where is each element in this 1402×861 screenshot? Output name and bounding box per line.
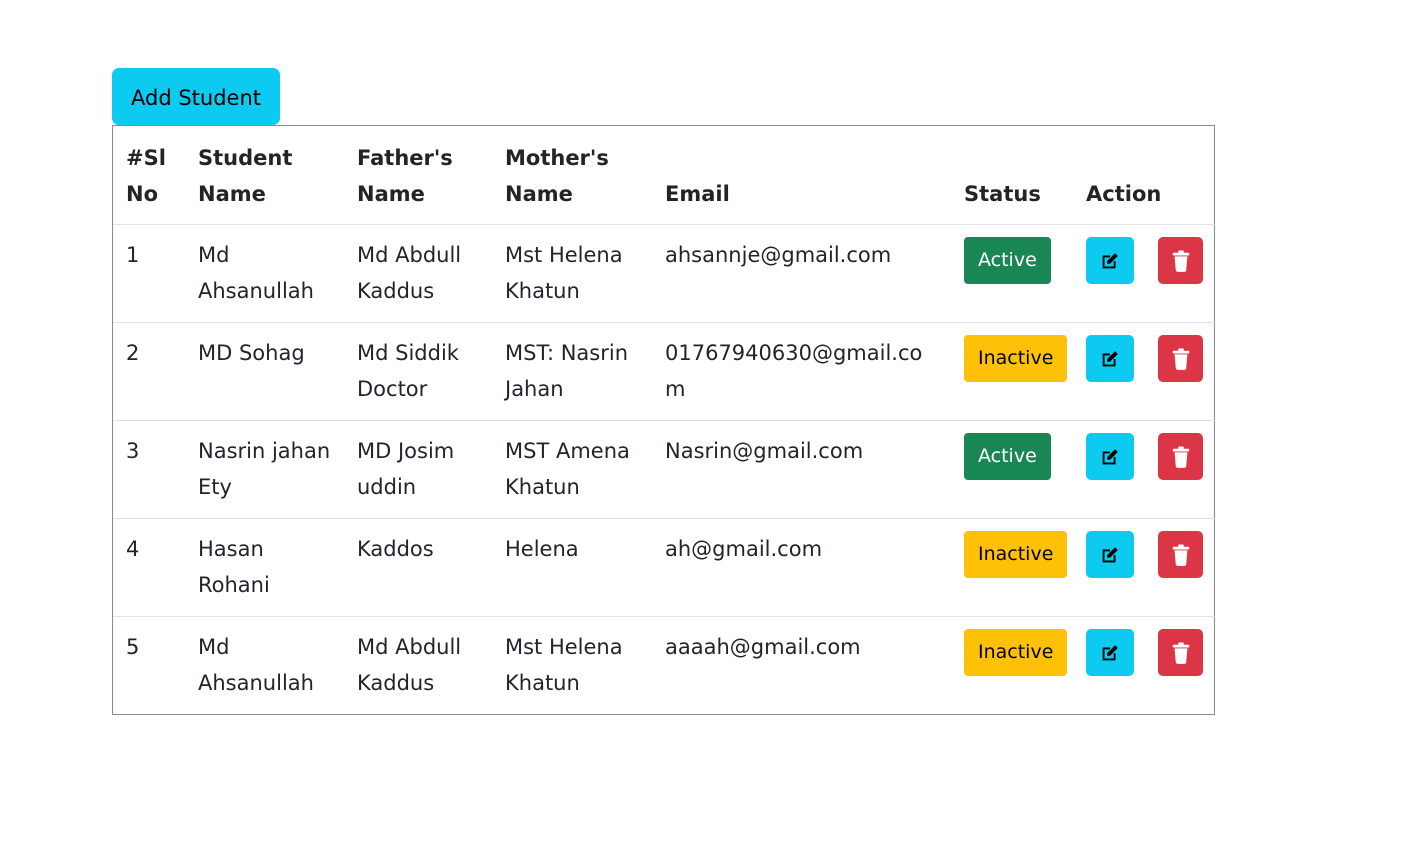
action-buttons [1086,237,1203,284]
table-row: 2 MD Sohag Md Siddik Doctor MST: Nasrin … [113,322,1216,421]
delete-button[interactable] [1158,629,1203,676]
cell-action [1073,224,1216,323]
table-row: 4 Hasan Rohani Kaddos Helena ah@gmail.co… [113,518,1216,617]
cell-action [1073,420,1216,519]
cell-fathers-name: Md Siddik Doctor [344,322,492,421]
cell-fathers-name: Md Abdull Kaddus [357,635,462,695]
add-student-button[interactable]: Add Student [112,68,280,125]
cell-mothers-name: Mst Helena Khatun [492,224,652,323]
cell-student-name: MD Sohag [185,322,344,421]
table-row: 1 Md Ahsanullah Md Abdull Kaddus Mst Hel… [113,224,1216,323]
trash-icon [1172,347,1189,370]
students-table-container: #Sl No Student Name Father's Name Mother… [112,125,1216,715]
status-badge[interactable]: Active [964,433,1051,480]
cell-mothers-name: MST: Nasrin Jahan [492,322,652,421]
table-row: 3 Nasrin jahan Ety MD Josim uddin MST Am… [113,420,1216,519]
cell-status: Active [951,224,1073,323]
cell-email: Nasrin@gmail.com [652,420,951,519]
status-badge[interactable]: Inactive [964,629,1068,676]
table-row: 5 Md Ahsanullah Md Abdull Kaddus Mst Hel… [113,617,1216,715]
action-buttons [1086,433,1203,480]
edit-icon [1102,644,1118,660]
cell-mothers-name: Mst Helena Khatun [505,635,623,695]
delete-button[interactable] [1158,531,1203,578]
action-buttons [1086,531,1203,578]
cell-status: Inactive [951,617,1073,715]
cell-student-name: Hasan Rohani [185,518,344,617]
cell-sl-no: 1 [113,224,185,323]
trash-icon [1172,543,1189,566]
action-buttons [1086,629,1203,676]
header-mothers-name: Mother's Name [492,126,652,225]
cell-fathers-name: Md Abdull Kaddus [344,224,492,323]
trash-icon [1172,445,1189,468]
cell-sl-no: 3 [113,420,185,519]
cell-sl-no: 4 [113,518,185,617]
cell-action [1073,617,1216,715]
header-sl-no: #Sl No [113,126,185,225]
cell-student-name: Md Ahsanullah [198,635,314,695]
cell-status: Active [951,420,1073,519]
delete-button[interactable] [1158,335,1203,382]
cell-email: aaaah@gmail.com [665,635,861,659]
cell-sl-no: 5 [126,635,140,659]
status-badge[interactable]: Inactive [964,335,1068,382]
edit-icon [1102,546,1118,562]
header-student-name: Student Name [185,126,344,225]
cell-action [1073,518,1216,617]
trash-icon [1172,641,1189,664]
cell-mothers-name: MST Amena Khatun [492,420,652,519]
students-panel: Add Student #Sl No Student Name Father's… [112,68,1216,715]
cell-status: Inactive [951,322,1073,421]
delete-button[interactable] [1158,237,1203,284]
trash-icon [1172,249,1189,272]
cell-mothers-name: Helena [492,518,652,617]
students-table: #Sl No Student Name Father's Name Mother… [113,126,1216,714]
cell-student-name: Nasrin jahan Ety [185,420,344,519]
table-header-row: #Sl No Student Name Father's Name Mother… [113,126,1216,225]
cell-email: ahsannje@gmail.com [652,224,951,323]
edit-button[interactable] [1086,531,1134,578]
edit-button[interactable] [1086,335,1134,382]
header-fathers-name: Father's Name [344,126,492,225]
header-status: Status [951,126,1073,225]
status-badge[interactable]: Inactive [964,531,1068,578]
cell-action [1073,322,1216,421]
cell-fathers-name: Kaddos [344,518,492,617]
cell-student-name: Md Ahsanullah [185,224,344,323]
edit-icon [1102,350,1118,366]
edit-button[interactable] [1086,629,1134,676]
header-email: Email [652,126,951,225]
cell-status: Inactive [951,518,1073,617]
edit-icon [1102,252,1118,268]
delete-button[interactable] [1158,433,1203,480]
cell-fathers-name: MD Josim uddin [344,420,492,519]
edit-button[interactable] [1086,237,1134,284]
status-badge[interactable]: Active [964,237,1051,284]
cell-email: 01767940630@gmail.com [652,322,951,421]
cell-sl-no: 2 [113,322,185,421]
edit-button[interactable] [1086,433,1134,480]
cell-email: ah@gmail.com [652,518,951,617]
action-buttons [1086,335,1203,382]
table-body: 1 Md Ahsanullah Md Abdull Kaddus Mst Hel… [113,224,1216,715]
header-action: Action [1073,126,1216,225]
edit-icon [1102,448,1118,464]
